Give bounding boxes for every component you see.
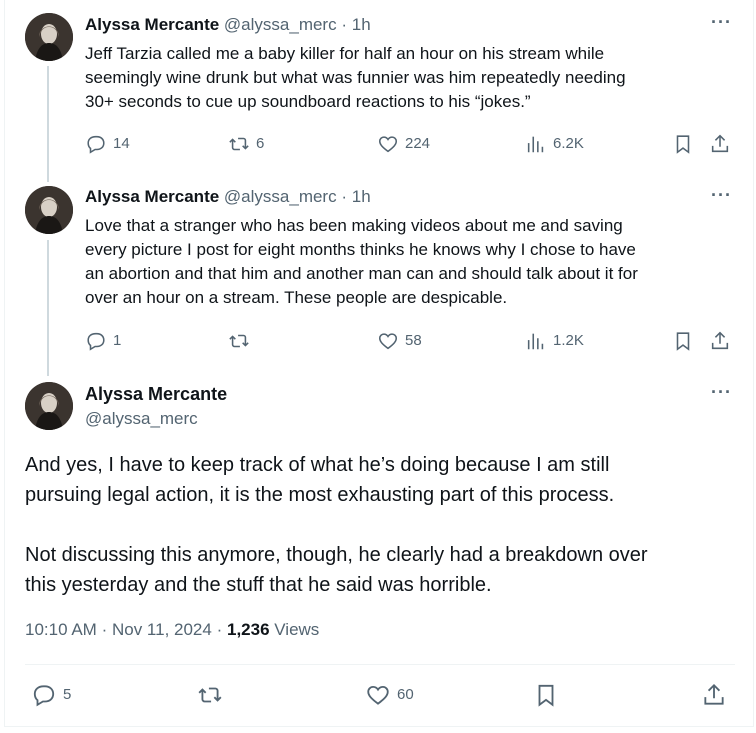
tweet-text: And yes, I have to keep track of what he… [25,450,725,600]
tweet-text-line: Jeff Tarzia called me a baby killer for … [85,44,605,63]
user-handle[interactable]: @alyssa_merc [85,409,198,429]
tweet-text-line: pursuing legal action, it is the most ex… [25,484,615,506]
views-count: 1,236 [226,620,270,639]
thread-line [47,66,49,182]
bookmark-icon [538,684,554,707]
tweet-text-line: seemingly wine drunk but what was funnie… [85,68,626,87]
repost-button[interactable] [197,682,229,708]
post-date[interactable]: Nov 11, 2024 [112,620,212,639]
tweet-meta: 10:10 AM · Nov 11, 2024 · 1,236 Views [25,620,319,640]
repost-count: 6 [256,135,265,152]
bookmark-button[interactable] [533,682,559,708]
tweet-header: Alyssa Mercante @alyssa_merc · 1h [85,186,371,208]
more-options-button[interactable]: ··· [711,185,732,206]
like-count: 224 [405,135,431,152]
like-icon [367,685,389,705]
user-handle[interactable]: @alyssa_merc [224,187,337,206]
views-label: Views [274,620,320,639]
display-name[interactable]: Alyssa Mercante [85,187,219,206]
display-name[interactable]: Alyssa Mercante [85,15,219,34]
avatar[interactable] [25,382,73,430]
user-handle[interactable]: @alyssa_merc [224,15,337,34]
timestamp[interactable]: 1h [352,187,371,206]
tweet-text-line: And yes, I have to keep track of what he… [25,454,610,476]
reply-icon [87,332,105,351]
share-icon [711,331,729,350]
more-options-button[interactable]: ··· [711,12,732,33]
separator: · [341,15,348,34]
views-button[interactable]: 1.2K [525,330,584,352]
post-time[interactable]: 10:10 AM [25,620,97,639]
like-count: 58 [405,332,422,349]
views-icon [527,333,544,350]
views-button[interactable]: 6.2K [525,133,584,155]
reply-count: 5 [63,686,72,703]
separator: · [341,187,348,206]
tweet-text-line: this yesterday and the stuff that he sai… [25,574,492,596]
share-button[interactable] [709,330,731,352]
thread-line [47,240,49,376]
share-button[interactable] [701,682,727,708]
like-button[interactable]: 60 [365,682,414,708]
display-name[interactable]: Alyssa Mercante [85,384,227,405]
tweet-header: Alyssa Mercante @alyssa_merc · 1h [85,14,371,36]
tweet-text: Jeff Tarzia called me a baby killer for … [85,42,725,114]
reply-button[interactable]: 5 [31,682,71,708]
reply-icon [33,685,55,707]
reply-button[interactable]: 14 [85,133,130,155]
share-icon [704,683,724,705]
views-count: 1.2K [553,332,584,349]
views-count: 6.2K [553,135,584,152]
bookmark-button[interactable] [672,330,694,352]
separator: · [101,620,108,639]
share-icon [711,134,729,153]
repost-button[interactable]: 6 [228,133,264,155]
bookmark-icon [676,135,690,154]
tweet-text-line: every picture I post for eight months th… [85,240,636,259]
tweet-actions: 1 58 1.2K [85,330,735,354]
tweet-text-line: Not discussing this anymore, though, he … [25,544,648,566]
like-icon [378,333,398,350]
tweet-actions: 14 6 224 6.2K [85,133,735,157]
like-count: 60 [397,686,414,703]
tweet-text-line: an abortion and that him and another man… [85,264,638,283]
repost-button[interactable] [228,330,256,352]
divider [25,664,735,665]
tweet-text: Love that a stranger who has been making… [85,214,725,310]
like-button[interactable]: 224 [377,133,430,155]
more-options-button[interactable]: ··· [711,382,732,403]
tweet-text-line: Love that a stranger who has been making… [85,216,623,235]
avatar[interactable] [25,13,73,61]
repost-icon [198,687,222,703]
avatar[interactable] [25,186,73,234]
tweet-text-line: 30+ seconds to cue up soundboard reactio… [85,92,531,111]
reply-button[interactable]: 1 [85,330,121,352]
like-button[interactable]: 58 [377,330,422,352]
timestamp[interactable]: 1h [352,15,371,34]
bookmark-button[interactable] [672,133,694,155]
views-icon [527,136,544,153]
separator: · [216,620,223,639]
repost-icon [229,334,249,348]
reply-count: 1 [113,332,122,349]
tweet-text-line: over an hour on a stream. These people a… [85,288,508,307]
repost-icon [229,137,249,151]
reply-icon [87,135,105,154]
like-icon [378,136,398,153]
tweet-actions: 5 60 [25,682,730,710]
share-button[interactable] [709,133,731,155]
reply-count: 14 [113,135,130,152]
bookmark-icon [676,332,690,351]
